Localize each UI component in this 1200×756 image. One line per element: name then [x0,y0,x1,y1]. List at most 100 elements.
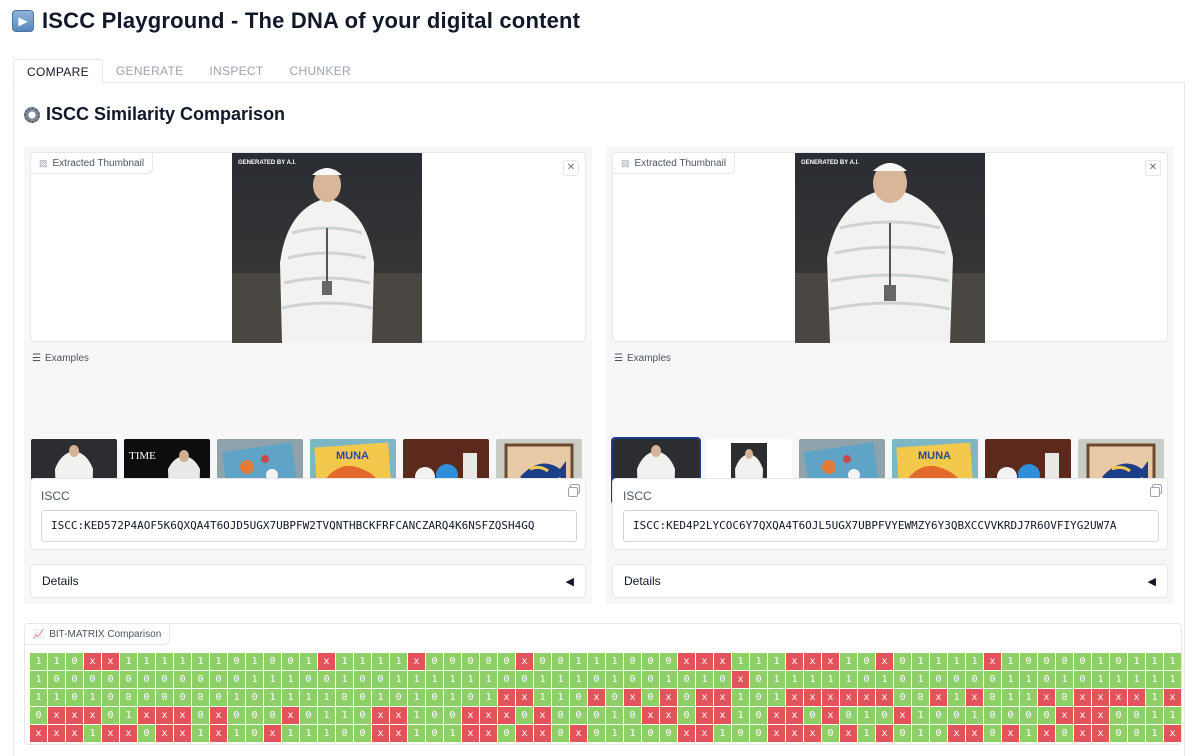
left-clear-button[interactable]: ✕ [563,160,579,176]
bit-cell: 0 [984,707,1001,724]
bit-cell: 0 [444,707,461,724]
bit-cell: x [1092,707,1109,724]
bit-cell: 0 [552,725,569,742]
bit-cell: 1 [156,653,173,670]
tab-generate[interactable]: GENERATE [103,59,197,83]
bit-cell: x [1074,725,1091,742]
bit-cell: 1 [1020,689,1037,706]
left-thumbnail-image: GENERATED BY A.I. [232,153,422,343]
bit-cell: x [30,725,47,742]
bit-cell: 1 [120,653,137,670]
bit-cell: 0 [894,671,911,688]
right-clear-button[interactable]: ✕ [1145,160,1161,176]
bit-cell: x [678,725,695,742]
bit-cell: 0 [228,671,245,688]
bit-cell: 1 [120,707,137,724]
bit-cell: x [714,707,731,724]
bit-cell: 0 [570,707,587,724]
left-details-accordion[interactable]: Details ◀ [30,564,586,598]
bit-cell: 0 [912,689,929,706]
bit-cell: x [210,707,227,724]
tab-chunker[interactable]: CHUNKER [277,59,364,83]
bit-cell: x [156,707,173,724]
bit-cell: 0 [66,689,83,706]
right-iscc-label: ISCC [623,489,652,503]
right-iscc-field[interactable]: ISCC:KED4P2LYCOC6Y7QXQA4T6OJL5UGX7UBPFVY… [623,510,1159,542]
bit-cell: x [102,725,119,742]
bit-cell: 0 [714,671,731,688]
bit-cell: 0 [462,653,479,670]
bit-cell: 0 [102,707,119,724]
bit-cell: 1 [966,653,983,670]
bit-cell: 1 [390,671,407,688]
bit-cell: x [264,725,281,742]
bit-cell: 1 [48,653,65,670]
bit-cell: x [786,707,803,724]
bit-cell: 1 [138,653,155,670]
bit-cell: 1 [408,707,425,724]
list-icon: ☰ [32,353,41,364]
bit-cell: 1 [30,653,47,670]
bit-cell: 1 [372,689,389,706]
bit-cell: 0 [246,707,263,724]
bit-cell: x [966,689,983,706]
bit-cell: 1 [840,671,857,688]
tab-compare[interactable]: COMPARE [13,59,103,83]
right-details-label: Details [624,574,661,588]
bit-cell: 1 [1164,653,1181,670]
bit-cell: 0 [678,707,695,724]
bit-cell: 0 [624,707,641,724]
bit-cell: 0 [102,689,119,706]
bit-cell: 1 [30,689,47,706]
left-iscc-field[interactable]: ISCC:KED572P4AOF5K6QXQA4T6OJD5UGX7UBPFW2… [41,510,577,542]
bit-cell: 1 [318,689,335,706]
bit-cell: 0 [480,653,497,670]
svg-text:MUNA: MUNA [918,450,951,462]
compare-panel: ISCC Similarity Comparison ▨ Extracted Th… [13,82,1185,756]
bit-cell: 0 [1020,707,1037,724]
bit-cell: x [714,689,731,706]
bit-cell: x [768,707,785,724]
bit-cell: x [786,725,803,742]
right-details-accordion[interactable]: Details ◀ [612,564,1168,598]
bit-cell: 0 [444,653,461,670]
bit-cell: x [66,725,83,742]
bit-cell: x [840,725,857,742]
bit-cell: 1 [264,671,281,688]
bit-cell: x [84,707,101,724]
bit-cell: 0 [1074,653,1091,670]
bit-cell: 1 [570,671,587,688]
bit-cell: 0 [318,671,335,688]
bit-cell: 0 [1056,725,1073,742]
copy-icon[interactable] [568,484,580,497]
bit-cell: 0 [660,653,677,670]
bit-cell: x [714,653,731,670]
bit-cell: 1 [462,671,479,688]
bit-cell: x [822,689,839,706]
bit-cell: x [660,707,677,724]
copy-icon[interactable] [1150,484,1162,497]
bit-cell: 0 [750,689,767,706]
left-thumbnail-label: ▨ Extracted Thumbnail [31,153,154,174]
right-thumbnail-card[interactable]: ▨ Extracted Thumbnail ✕ GENERATED BY A.I. [612,152,1168,343]
left-column: ▨ Extracted Thumbnail ✕ GENERATED BY A.I. [24,146,592,604]
tab-inspect[interactable]: INSPECT [196,59,276,83]
bit-cell: 0 [66,653,83,670]
bit-cell: 0 [984,689,1001,706]
bit-cell: 1 [84,725,101,742]
bit-cell: 0 [210,671,227,688]
bit-cell: 0 [336,725,353,742]
bit-cell: 1 [606,653,623,670]
bit-cell: 1 [354,653,371,670]
bit-cell: 0 [264,707,281,724]
bit-cell: x [858,689,875,706]
bit-cell: 1 [300,725,317,742]
bit-cell: x [498,689,515,706]
bit-cell: 0 [426,653,443,670]
bit-cell: 1 [876,671,893,688]
bit-cell: 1 [1092,653,1109,670]
bit-cell: 1 [858,725,875,742]
left-thumbnail-card[interactable]: ▨ Extracted Thumbnail ✕ GENERATED BY A.I. [30,152,586,343]
bit-cell: x [102,653,119,670]
bit-cell: 1 [822,671,839,688]
